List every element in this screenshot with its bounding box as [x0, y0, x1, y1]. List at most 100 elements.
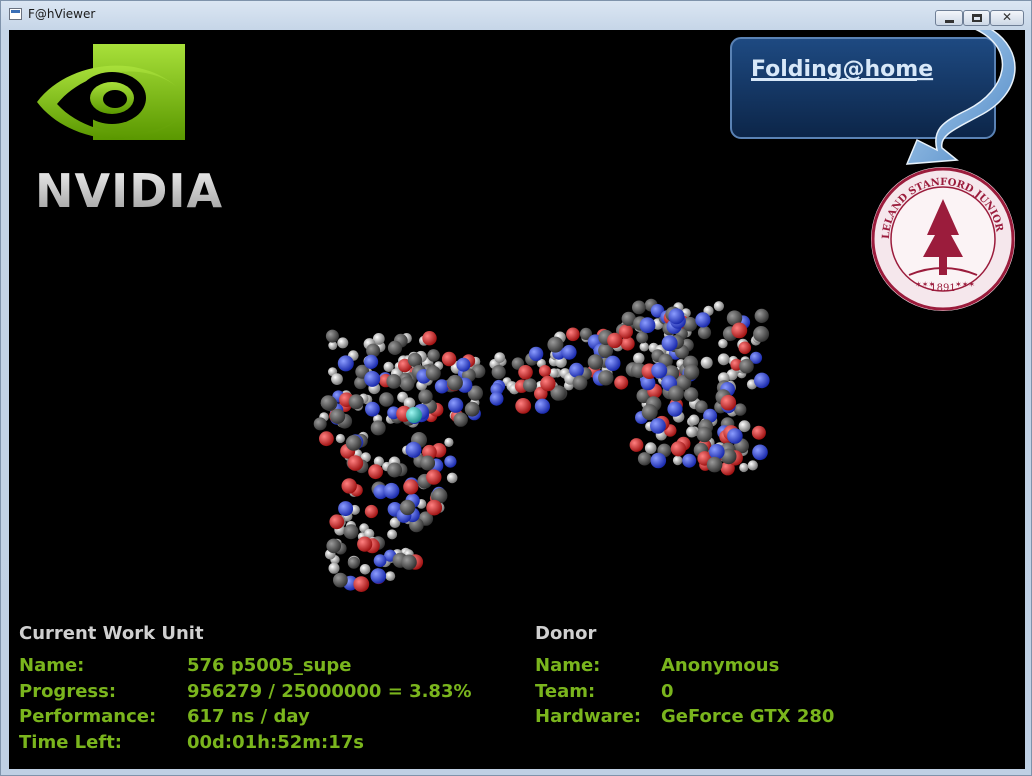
- atom: [407, 352, 422, 367]
- atom: [320, 395, 336, 411]
- work-unit-heading: Current Work Unit: [19, 623, 204, 644]
- atom: [370, 420, 386, 436]
- atom: [426, 499, 443, 516]
- atom: [365, 401, 380, 417]
- atom: [364, 504, 378, 519]
- atom: [672, 455, 683, 466]
- atom: [661, 335, 678, 352]
- atom: [444, 455, 457, 468]
- atom: [706, 456, 723, 473]
- atom: [387, 462, 403, 478]
- atom: [325, 329, 339, 343]
- atom: [650, 452, 667, 469]
- atom: [335, 433, 345, 444]
- atom: [739, 462, 749, 473]
- atom: [540, 375, 556, 392]
- atom: [345, 435, 362, 451]
- app-window: F@hViewer ✕ NVIDIA Folding@home LELAND S…: [0, 0, 1032, 776]
- protein-molecule-render[interactable]: [289, 270, 809, 610]
- atom: [434, 379, 449, 394]
- atom: [738, 341, 752, 355]
- atom: [403, 479, 419, 495]
- molecule-atoms: [313, 298, 770, 592]
- atom: [348, 394, 364, 410]
- atom: [697, 325, 712, 340]
- atom: [754, 372, 770, 389]
- atom: [637, 452, 652, 466]
- atom: [357, 536, 373, 552]
- atom: [720, 394, 737, 411]
- atom: [718, 338, 728, 349]
- atom: [683, 364, 700, 380]
- atom: [528, 346, 544, 362]
- atom: [399, 499, 416, 516]
- atom: [448, 397, 464, 413]
- atom: [405, 441, 422, 458]
- work-unit-progress-value: 956279 / 25000000 = 3.83%: [187, 681, 472, 702]
- atom: [636, 331, 649, 344]
- atom: [739, 358, 754, 374]
- atom: [385, 571, 396, 581]
- nvidia-logo: NVIDIA: [35, 44, 223, 212]
- atom: [668, 308, 685, 325]
- atom: [682, 453, 697, 468]
- atom: [446, 472, 458, 484]
- atom: [605, 355, 621, 371]
- atom: [464, 401, 480, 417]
- atom: [347, 556, 360, 569]
- close-icon: ✕: [1001, 10, 1013, 24]
- atom: [566, 327, 580, 342]
- atom: [754, 308, 769, 323]
- render-viewport[interactable]: NVIDIA Folding@home LELAND STANFORD JUNI…: [9, 30, 1025, 769]
- atom: [353, 576, 370, 592]
- work-unit-time-left-label: Time Left:: [19, 732, 122, 753]
- work-unit-name-value: 576 p5005_supe: [187, 655, 352, 676]
- atom: [686, 426, 698, 438]
- folding-at-home-logo[interactable]: Folding@home: [727, 30, 1025, 165]
- atom: [752, 444, 768, 461]
- atom: [444, 437, 454, 447]
- atom: [387, 529, 398, 540]
- atom: [313, 417, 327, 431]
- atom: [337, 355, 354, 372]
- svg-text:✶✶✶: ✶✶✶: [955, 280, 975, 289]
- atom: [629, 438, 644, 452]
- maximize-button[interactable]: [963, 10, 990, 26]
- atom: [453, 412, 468, 427]
- minimize-button[interactable]: [935, 10, 963, 26]
- atom: [700, 356, 713, 369]
- work-unit-performance-value: 617 ns / day: [187, 706, 310, 727]
- atom: [426, 469, 442, 485]
- window-title: F@hViewer: [28, 7, 96, 21]
- atom: [330, 408, 346, 424]
- atom: [341, 478, 357, 494]
- atom: [547, 336, 564, 353]
- app-icon[interactable]: [9, 8, 22, 20]
- nvidia-wordmark: NVIDIA: [35, 164, 223, 212]
- atom: [386, 374, 402, 389]
- atom: [587, 354, 604, 370]
- atom: [406, 407, 422, 423]
- atom: [328, 562, 340, 574]
- atom: [418, 389, 433, 404]
- atom: [688, 414, 700, 426]
- atom: [399, 376, 415, 392]
- close-button[interactable]: ✕: [990, 10, 1024, 26]
- atom: [441, 351, 457, 367]
- atom: [425, 365, 441, 381]
- atom: [644, 442, 657, 454]
- atom: [633, 352, 645, 364]
- atom: [326, 538, 341, 554]
- work-unit-name-label: Name:: [19, 655, 85, 676]
- title-bar[interactable]: F@hViewer ✕: [1, 1, 1031, 29]
- atom: [753, 326, 770, 342]
- atom: [607, 332, 623, 349]
- atom: [670, 441, 686, 457]
- donor-hardware-label: Hardware:: [535, 706, 642, 727]
- atom: [364, 354, 379, 369]
- atom: [383, 482, 400, 499]
- atom: [534, 398, 550, 414]
- atom: [343, 524, 359, 540]
- atom: [695, 312, 711, 328]
- atom: [329, 514, 345, 530]
